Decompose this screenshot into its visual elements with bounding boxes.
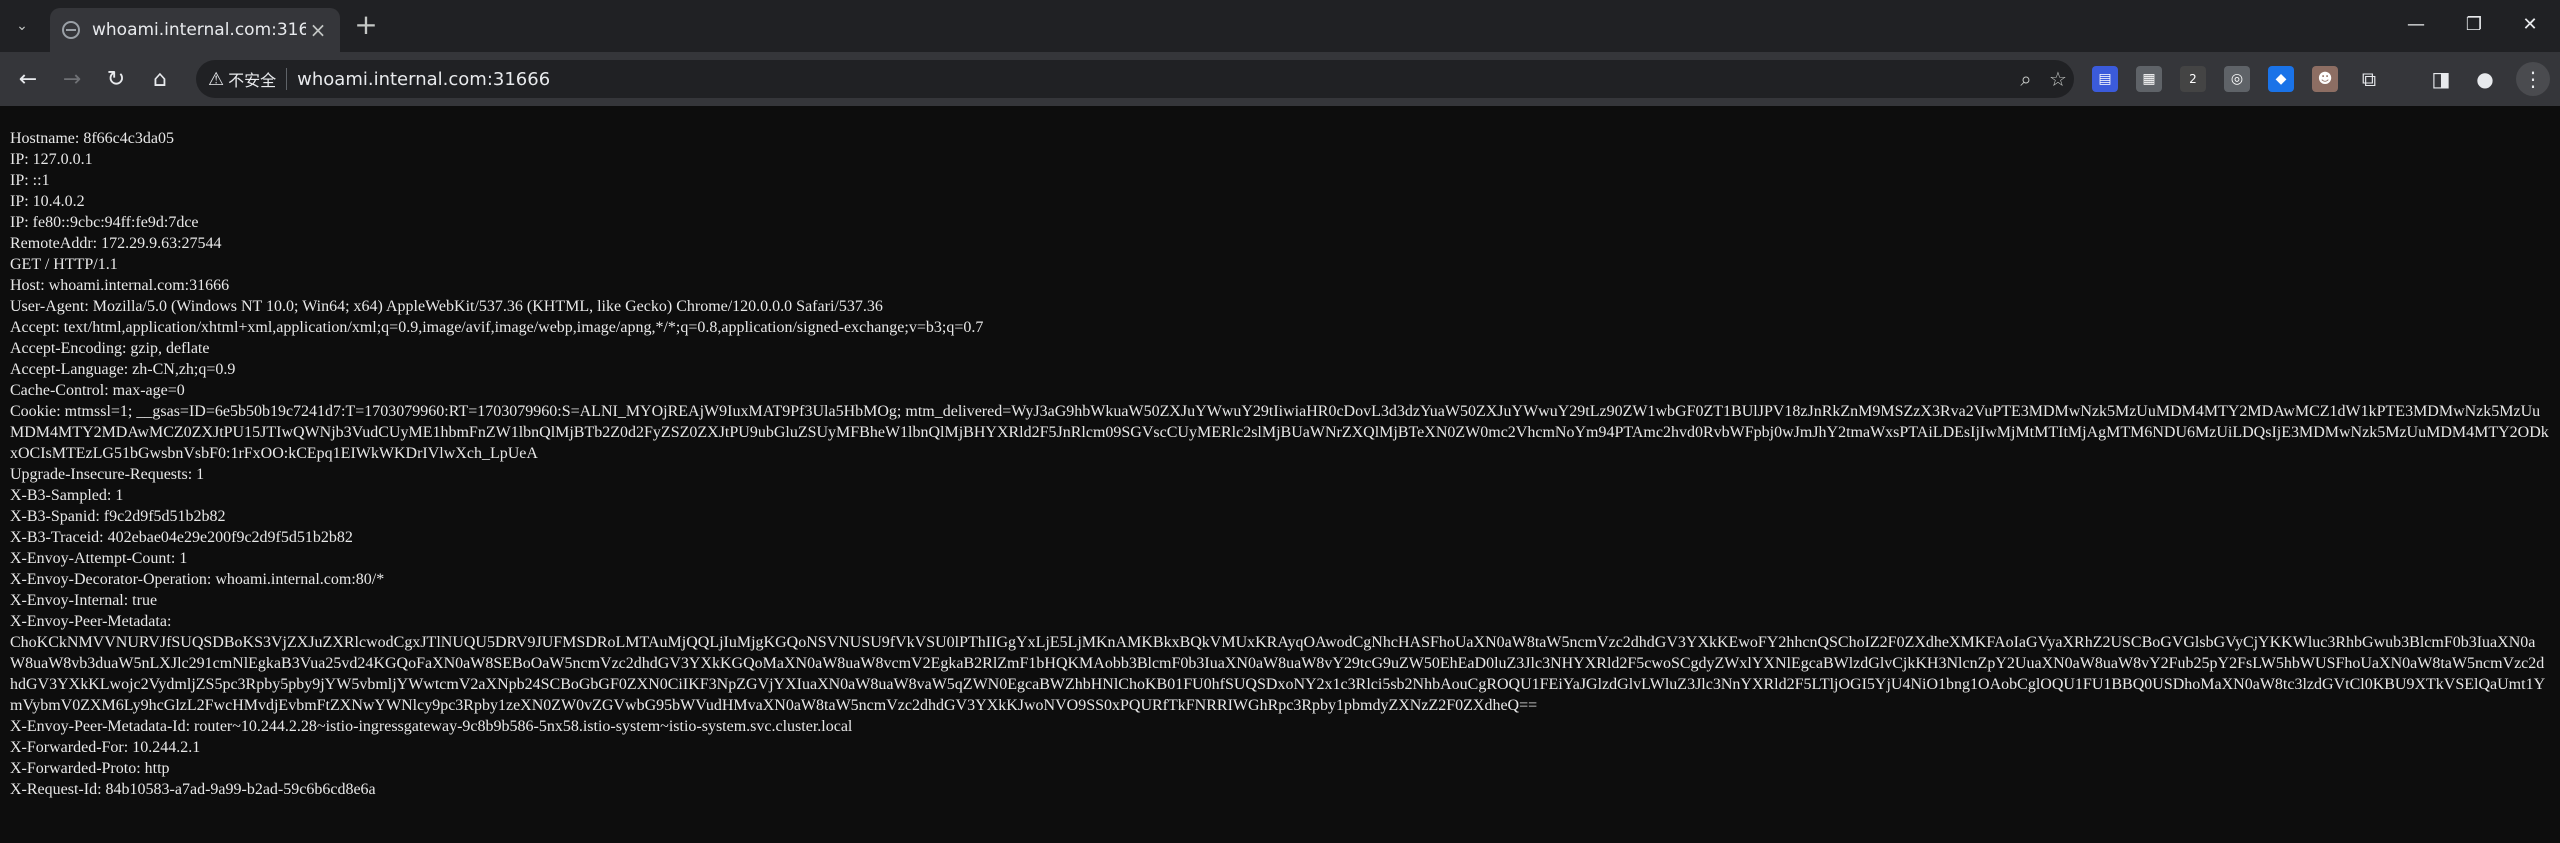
browser-toolbar: ← → ↻ ⌂ ⚠ 不安全 whoami.internal.com:31666 … (0, 52, 2560, 106)
globe-icon (62, 21, 80, 39)
request-headers-block-2: Upgrade-Insecure-Requests: 1 X-B3-Sample… (10, 464, 2550, 632)
page-content: Hostname: 8f66c4c3da05 IP: 127.0.0.1 IP:… (10, 128, 2550, 800)
forward-arrow-icon[interactable]: → (56, 64, 88, 96)
remote-addr-line: RemoteAddr: 172.29.9.63:27544 (10, 235, 222, 252)
request-headers-block-3: X-Envoy-Peer-Metadata-Id: router~10.244.… (10, 716, 2550, 800)
window-close-icon[interactable]: ✕ (2502, 10, 2558, 40)
not-secure-chip[interactable]: ⚠ 不安全 (208, 67, 276, 91)
accept-encoding-line: Accept-Encoding: gzip, deflate (10, 340, 210, 357)
cookie-line: Cookie: mtmssl=1; __gsas=ID=6e5b50b19c72… (10, 403, 2549, 462)
new-tab-button[interactable]: + (352, 11, 380, 40)
header-line: X-B3-Traceid: 402ebae04e29e200f9c2d9f5d5… (10, 529, 353, 546)
header-line: X-Request-Id: 84b10583-a7ad-9a99-b2ad-59… (10, 781, 376, 798)
not-secure-label: 不安全 (228, 71, 277, 90)
ip-line: IP: 10.4.0.2 (10, 193, 85, 210)
tab-search-chevron-icon[interactable]: ⌄ (10, 14, 34, 38)
cache-control-line: Cache-Control: max-age=0 (10, 382, 185, 399)
ip-line: IP: fe80::9cbc:94ff:fe9d:7dce (10, 214, 199, 231)
ip-line: IP: 127.0.0.1 (10, 151, 93, 168)
warning-icon: ⚠ (208, 68, 225, 90)
header-line: Upgrade-Insecure-Requests: 1 (10, 466, 205, 483)
header-line: X-Forwarded-Proto: http (10, 760, 170, 777)
tab-title: whoami.internal.com:31666 (92, 20, 306, 40)
header-line: X-Envoy-Attempt-Count: 1 (10, 550, 188, 567)
extension-icon-2[interactable]: ▦ (2136, 66, 2162, 92)
extension-badge: 2 (2189, 72, 2197, 86)
hostname-line: Hostname: 8f66c4c3da05 (10, 130, 174, 147)
omnibox-divider (286, 68, 288, 90)
restore-icon[interactable]: ❐ (2446, 10, 2502, 40)
reload-icon[interactable]: ↻ (100, 64, 132, 96)
ip-line: IP: ::1 (10, 172, 50, 189)
menu-kebab-icon[interactable]: ⋮ (2516, 62, 2550, 96)
minimize-icon[interactable]: — (2388, 10, 2444, 40)
tab-close-icon[interactable]: × (306, 18, 330, 42)
extension-icon-6[interactable]: ☻ (2312, 66, 2338, 92)
puzzle-extensions-icon[interactable]: ⧉ (2356, 66, 2382, 92)
host-header-line: Host: whoami.internal.com:31666 (10, 277, 230, 294)
extension-icon-4[interactable]: ◎ (2224, 66, 2250, 92)
extension-icon-1[interactable]: ▤ (2092, 66, 2118, 92)
url-text[interactable]: whoami.internal.com:31666 (297, 69, 2010, 90)
address-bar[interactable]: ⚠ 不安全 whoami.internal.com:31666 ⌕ ☆ (196, 60, 2074, 98)
header-line: X-Envoy-Internal: true (10, 592, 158, 609)
zoom-icon[interactable]: ⌕ (2010, 67, 2042, 91)
back-arrow-icon[interactable]: ← (12, 64, 44, 96)
accept-language-line: Accept-Language: zh-CN,zh;q=0.9 (10, 361, 236, 378)
header-line: X-Envoy-Decorator-Operation: whoami.inte… (10, 571, 385, 588)
extension-icon-5[interactable]: ◆ (2268, 66, 2294, 92)
header-line: X-Envoy-Peer-Metadata: (10, 613, 172, 630)
side-panel-icon[interactable]: ◨ (2428, 66, 2454, 92)
header-line: X-B3-Spanid: f9c2d9f5d51b2b82 (10, 508, 226, 525)
header-line: X-Forwarded-For: 10.244.2.1 (10, 739, 201, 756)
user-agent-line: User-Agent: Mozilla/5.0 (Windows NT 10.0… (10, 298, 883, 315)
header-line: X-Envoy-Peer-Metadata-Id: router~10.244.… (10, 718, 853, 735)
request-headers-block-1: Hostname: 8f66c4c3da05 IP: 127.0.0.1 IP:… (10, 128, 2550, 401)
bookmark-star-icon[interactable]: ☆ (2042, 67, 2074, 91)
accept-line: Accept: text/html,application/xhtml+xml,… (10, 319, 984, 336)
tab-strip: ⌄ whoami.internal.com:31666 × + — ❐ ✕ (0, 0, 2560, 52)
profile-avatar-icon[interactable]: ● (2472, 66, 2498, 92)
peer-metadata-value: ChoKCkNMVVNURVJfSUQSDBoKS3VjZXJuZXRlcwod… (10, 634, 2546, 714)
browser-tab[interactable]: whoami.internal.com:31666 × (50, 8, 340, 52)
header-line: X-B3-Sampled: 1 (10, 487, 124, 504)
extension-icon-3[interactable]: 2 (2180, 66, 2206, 92)
home-icon[interactable]: ⌂ (144, 64, 176, 96)
request-line: GET / HTTP/1.1 (10, 256, 118, 273)
